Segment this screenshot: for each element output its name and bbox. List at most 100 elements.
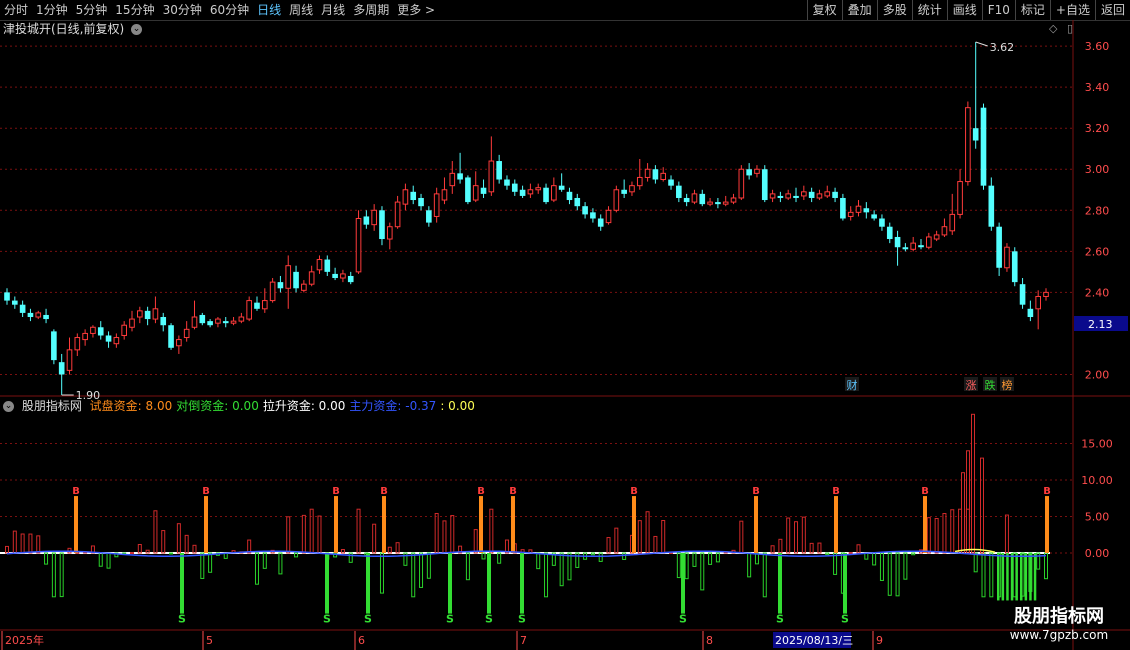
toolbar-button-1[interactable]: 叠加 [841,0,877,20]
histogram-bar [544,552,549,598]
sell-signal-bar [520,553,524,614]
candle-body [371,209,377,226]
buy-signal-bar [334,496,338,553]
buy-signal-bar [511,496,515,553]
candle-body [136,310,143,318]
toolbar-button-5[interactable]: F10 [981,0,1015,20]
candle-body [254,302,260,309]
candle-body [769,193,776,199]
histogram-bar [817,542,822,554]
candle-body [965,107,971,183]
histogram-bar [559,552,564,587]
histogram-bar [153,510,158,554]
histogram-bar [426,552,431,579]
panel-toggle-icon[interactable]: ▯ [1067,22,1073,35]
histogram-bar [879,552,884,581]
histogram-bar [419,552,424,588]
candle-body [668,179,674,186]
histogram-bar [536,552,541,570]
chart-canvas[interactable]: 3.603.403.203.002.802.602.402.003.621.90… [0,20,1130,650]
period-tab-7[interactable]: 周线 [285,0,317,20]
candle-body [715,202,721,205]
xaxis-label-3: 7 [520,634,527,647]
histogram-bar [950,509,955,554]
toolbar-button-0[interactable]: 复权 [806,0,842,20]
diamond-icon[interactable]: ◇ [1049,22,1057,35]
candle-body [82,332,88,341]
histogram-bar [395,542,400,554]
period-tab-9[interactable]: 多周期 [349,0,393,20]
price-tick-label: 3.20 [1085,122,1110,135]
histogram-bar [1004,514,1009,554]
toolbar-right-buttons: 复权 叠加 多股 统计 画线 F10 标记 +自选 返回 [806,0,1130,20]
candle-body [519,189,526,196]
period-tab-0[interactable]: 分时 [0,0,32,20]
histogram-bar [301,514,306,554]
toolbar-button-8[interactable]: 返回 [1094,0,1130,20]
sell-cluster-bar [1006,553,1009,601]
histogram-bar [176,523,181,554]
candle-body [543,187,549,203]
event-marker-2: 跌 [985,378,996,392]
histogram-bar [59,552,64,598]
histogram-bar [184,534,189,554]
candle-body [590,212,596,219]
candle-body [957,181,963,215]
chevron-down-icon[interactable]: ⌄ [131,24,143,35]
indicator-header: ⌄ 股朋指标网 试盘资金: 8.00 对倒资金: 0.00 拉升资金: 0.00 主力… [0,397,483,415]
histogram-bar [129,552,134,555]
period-tab-2[interactable]: 5分钟 [72,0,112,20]
sell-signal-bar [778,553,782,614]
histogram-bar [942,513,947,554]
chart-corner-icons: ◇ ▯ [1049,22,1073,35]
histogram-bar [848,552,853,555]
histogram-bar [971,413,975,554]
histogram-bar [200,552,205,579]
high-marker-line [975,41,988,47]
price-tick-label: 3.40 [1085,81,1110,94]
candle-body [785,193,792,199]
toolbar-button-4[interactable]: 画线 [946,0,982,20]
price-tick-label: 3.00 [1085,163,1110,176]
chevron-down-icon[interactable]: ⌄ [3,401,14,412]
histogram-bar [872,552,877,566]
price-tick-label: 2.60 [1085,245,1110,258]
candle-body [426,210,432,223]
period-tab-10[interactable]: 更多 > [393,0,439,20]
sell-signal-marker: S [323,613,331,626]
period-tab-8[interactable]: 月线 [317,0,349,20]
candle-body [988,185,995,227]
histogram-bar [973,552,978,573]
xaxis-label-2: 6 [358,634,365,647]
histogram-bar [208,552,213,573]
toolbar-button-3[interactable]: 统计 [911,0,947,20]
period-tab-1[interactable]: 1分钟 [32,0,72,20]
period-tab-6[interactable]: 日线 [253,0,285,20]
buy-signal-marker: B [72,486,80,497]
candle-body [58,362,65,375]
candle-body [261,300,268,310]
toolbar-button-6[interactable]: 标记 [1014,0,1050,20]
candle-body [722,201,729,205]
period-tab-4[interactable]: 30分钟 [159,0,206,20]
candle-body [801,191,807,197]
period-tab-3[interactable]: 15分钟 [111,0,158,20]
histogram-bar [895,552,900,597]
period-tab-5[interactable]: 60分钟 [206,0,253,20]
histogram-bar [137,544,142,554]
histogram-bar [684,552,689,580]
candle-body [472,185,479,201]
candle-body [449,172,456,187]
histogram-bar [966,450,970,554]
candle-body [496,161,502,180]
candle-body [824,191,831,197]
price-tick-label: 2.40 [1085,286,1110,299]
histogram-bar [770,545,775,554]
toolbar-button-2[interactable]: 多股 [876,0,912,20]
candle-body [926,236,932,248]
histogram-bar [450,515,455,554]
histogram-bar [762,552,767,598]
candle-body [972,128,979,141]
candle-body [176,339,182,347]
toolbar-button-7[interactable]: +自选 [1049,0,1095,20]
